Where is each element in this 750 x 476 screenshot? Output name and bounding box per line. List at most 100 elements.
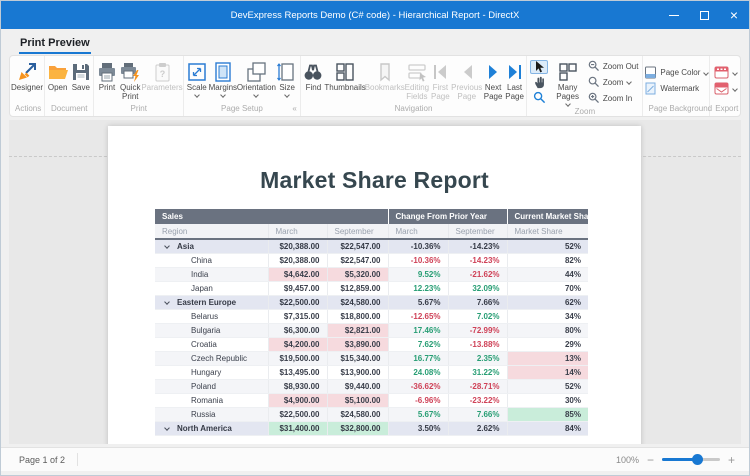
save-icon (70, 60, 92, 83)
report-table-body: Asia$20,388.00$22,547.00-10.36%-14.23%52… (155, 239, 588, 435)
pointer-tool-button[interactable] (530, 60, 548, 74)
region-label: Czech Republic (191, 354, 247, 363)
value-cell: -10.36% (388, 239, 448, 253)
find-button[interactable]: Find (302, 58, 325, 103)
magnifier-tool-button[interactable] (530, 90, 548, 104)
region-label: Asia (177, 242, 194, 251)
collapse-chevron-icon[interactable] (164, 243, 170, 249)
maximize-button[interactable] (689, 1, 719, 29)
zoom-button[interactable]: Zoom (588, 75, 639, 89)
column-header-march-change: March (388, 224, 448, 239)
previous-page-button[interactable]: Previous Page (451, 58, 482, 103)
tab-print-preview[interactable]: Print Preview (19, 33, 91, 54)
value-cell: -14.23% (448, 253, 507, 267)
zoom-in-icon (588, 92, 600, 104)
margins-button[interactable]: Margins (208, 58, 237, 103)
region-cell: Asia (155, 239, 268, 253)
value-cell: $22,547.00 (327, 239, 388, 253)
zoom-icon (588, 76, 600, 88)
parameters-icon: ? (151, 60, 173, 83)
value-cell: 85% (507, 407, 588, 421)
report-column-header-row: Region March September March September M… (155, 224, 588, 239)
value-cell: $31,400.00 (268, 421, 327, 435)
zoom-out-icon (588, 60, 600, 72)
last-page-button[interactable]: Last Page (504, 58, 526, 103)
report-data-row: India$4,642.00$5,320.009.52%-21.62%44% (155, 267, 588, 281)
region-cell: Poland (155, 379, 268, 393)
report-data-row: China$20,388.00$22,547.00-10.36%-14.23%8… (155, 253, 588, 267)
parameters-button[interactable]: ? Parameters (142, 58, 182, 103)
value-cell: -14.23% (448, 239, 507, 253)
report-table: Sales Change From Prior Year Current Mar… (155, 209, 588, 436)
report-data-row: Romania$4,900.00$5,100.00-6.96%-23.22%30… (155, 393, 588, 407)
value-cell: 14% (507, 365, 588, 379)
value-cell: -72.99% (448, 323, 507, 337)
collapse-chevron-icon[interactable] (164, 299, 170, 305)
orientation-button[interactable]: Orientation (237, 58, 275, 103)
zoom-in-button[interactable]: Zoom In (588, 91, 639, 105)
report-data-row: Belarus$7,315.00$18,800.00-12.65%7.02%34… (155, 309, 588, 323)
margins-icon (212, 60, 234, 83)
designer-button[interactable]: Designer (11, 58, 43, 103)
collapse-chevron-icon[interactable] (164, 425, 170, 431)
save-button[interactable]: Save (69, 58, 92, 103)
next-page-button[interactable]: Next Page (482, 58, 504, 103)
region-label: Croatia (191, 340, 217, 349)
page-indicator: Page 1 of 2 (19, 455, 65, 465)
open-button[interactable]: Open (46, 58, 69, 103)
close-button[interactable]: × (719, 1, 749, 29)
preview-workspace[interactable]: Market Share Report Sales Change From Pr… (9, 120, 741, 444)
svg-text:?: ? (160, 69, 166, 79)
bookmarks-button[interactable]: Bookmarks (365, 58, 404, 103)
status-separator (77, 453, 78, 466)
value-cell: $4,900.00 (268, 393, 327, 407)
value-cell: $8,930.00 (268, 379, 327, 393)
zoom-out-button[interactable]: Zoom Out (588, 59, 639, 73)
value-cell: $22,500.00 (268, 295, 327, 309)
zoom-slider[interactable] (662, 458, 720, 461)
thumbnails-button[interactable]: Thumbnails (325, 58, 365, 103)
value-cell: $5,100.00 (327, 393, 388, 407)
hand-icon (533, 76, 546, 89)
export-document-button[interactable] (714, 66, 737, 80)
size-dropdown-icon (284, 92, 290, 98)
print-button[interactable]: Print (95, 58, 118, 103)
export-mail-button[interactable] (714, 82, 737, 96)
value-cell: $20,388.00 (268, 239, 327, 253)
ribbon-group-zoom: Many Pages Zoom Out Zoom Zoo (527, 56, 643, 116)
window-bottom-edge (1, 471, 749, 475)
column-header-september-sales: September (327, 224, 388, 239)
value-cell: -21.62% (448, 267, 507, 281)
minimize-button[interactable] (659, 1, 689, 29)
group-caption-actions: Actions (11, 103, 43, 116)
previous-page-icon (457, 60, 477, 83)
group-collapse-icon[interactable]: « (292, 103, 296, 115)
region-cell: Eastern Europe (155, 295, 268, 309)
watermark-button[interactable]: Watermark (644, 82, 708, 96)
zoom-increase-button[interactable]: + (728, 454, 735, 466)
group-caption-export: Export (711, 103, 739, 116)
zoom-decrease-button[interactable]: − (647, 454, 654, 466)
region-label: Belarus (191, 312, 218, 321)
margins-dropdown-icon (220, 92, 226, 98)
size-button[interactable]: Size (276, 58, 299, 103)
ribbon-group-actions: Designer Actions (10, 56, 45, 116)
zoom-slider-thumb[interactable] (692, 454, 703, 465)
region-label: Poland (191, 382, 216, 391)
maximize-icon (700, 11, 709, 20)
hand-tool-button[interactable] (530, 75, 548, 89)
value-cell: $22,500.00 (268, 407, 327, 421)
region-label: Japan (191, 284, 213, 293)
export-mail-icon (714, 82, 729, 95)
region-cell: Hungary (155, 365, 268, 379)
editing-fields-button[interactable]: Editing Fields (404, 58, 429, 103)
many-pages-button[interactable]: Many Pages (550, 58, 585, 106)
quick-print-button[interactable]: Quick Print (119, 58, 142, 103)
page-color-button[interactable]: Page Color (644, 66, 708, 80)
scale-button[interactable]: Scale (185, 58, 208, 103)
first-page-button[interactable]: First Page (430, 58, 452, 103)
value-cell: $32,800.00 (327, 421, 388, 435)
value-cell: -23.22% (448, 393, 507, 407)
region-label: India (191, 270, 208, 279)
region-label: Eastern Europe (177, 298, 236, 307)
